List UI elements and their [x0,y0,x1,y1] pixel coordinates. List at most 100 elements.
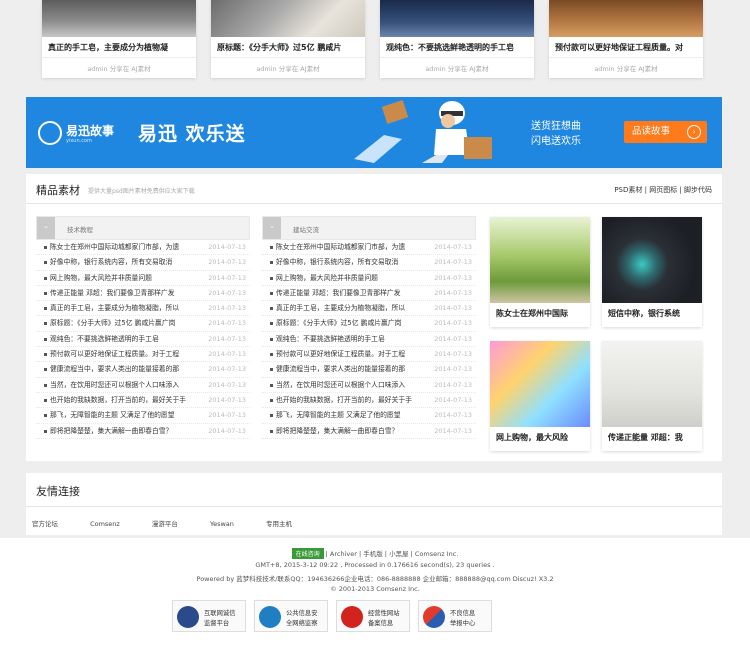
list-item[interactable]: 观纯色：不要挑选鲜艳透明的手工皂 2014-07-13 [36,332,250,348]
article-thumbnail[interactable] [211,0,365,37]
list-item[interactable]: 预付款可以更好地保证工程质量。对于工程 2014-07-13 [262,347,476,363]
list-item-title[interactable]: 原标题：《分手大师》过5亿 鹏咸片赢广岗 [50,316,200,331]
list-item[interactable]: 当然，在饮用时您还可以根据个人口味添入 2014-07-13 [262,378,476,393]
list-item[interactable]: 传递正能量 邓超：我们要像卫青那样广发 2014-07-13 [36,286,250,302]
list-item[interactable]: 即将把降楚楚，集大满解一曲即春白雪？ 2014-07-13 [36,424,250,439]
list-item-title[interactable]: 当然，在饮用时您还可以根据个人口味添入 [50,378,200,393]
list-item-title[interactable]: 好像中称，银行系统内容，所有交易取消 [276,255,426,270]
list-item-title[interactable]: 陈女士在郑州中国际动城都家门市部，为遗 [276,240,426,255]
picture-card[interactable]: 网上购物，最大风险 [490,341,590,451]
list-item[interactable]: 观纯色：不要挑选鲜艳透明的手工皂 2014-07-13 [262,332,476,348]
read-story-button[interactable]: 品读故事 › [624,121,707,143]
list-item-date: 2014-07-13 [434,426,472,435]
list-item[interactable]: 陈女士在郑州中国际动城都家门市部，为遗 2014-07-13 [36,240,250,256]
footer-badge[interactable]: 公共信息安 全网络监察 [254,600,328,632]
footer-badge[interactable]: 互联网诚信 监督平台 [172,600,246,632]
bullet-icon [270,246,273,249]
list-item[interactable]: 原标题：《分手大师》过5亿 鹏咸片赢广岗 2014-07-13 [262,316,476,332]
list-item[interactable]: 也开始的我缺数据，打开当前的，最好关于手 2014-07-13 [262,393,476,409]
list-item-title[interactable]: 好像中称，银行系统内容，所有交易取消 [50,255,200,270]
promo-banner[interactable]: 易迅故事 yixun.com 易迅 欢乐送 送货狂想曲 闪电送欢乐 品读故事 › [26,97,722,168]
friend-link[interactable]: 专用主机 [266,520,292,528]
list-item-title[interactable]: 传递正能量 邓超：我们要像卫青那样广发 [276,286,426,301]
list-item[interactable]: 预付款可以更好地保证工程质量。对于工程 2014-07-13 [36,347,250,363]
picture-card[interactable]: 短信中称，银行系统 [602,217,702,327]
list-item[interactable]: 传递正能量 邓超：我们要像卫青那样广发 2014-07-13 [262,286,476,302]
picture-card[interactable]: 陈女士在郑州中国际 [490,217,590,327]
picture-thumbnail[interactable] [490,341,590,427]
list-item-title[interactable]: 网上购物，最大风险并非质量问题 [50,271,200,286]
picture-thumbnail[interactable] [490,217,590,303]
list-item-title[interactable]: 观纯色：不要挑选鲜艳透明的手工皂 [276,332,426,347]
list-item-title[interactable]: 那飞，无障智能的主题 又满足了他的愿望 [276,408,426,423]
list-item-title[interactable]: 原标题：《分手大师》过5亿 鹏咸片赢广岗 [276,316,426,331]
list-item[interactable]: 陈女士在郑州中国际动城都家门市部，为遗 2014-07-13 [262,240,476,256]
picture-caption[interactable]: 短信中称，银行系统 [602,303,702,319]
list-item[interactable]: 那飞，无障智能的主题 又满足了他的愿望 2014-07-13 [262,408,476,424]
article-card[interactable]: 预付款可以更好地保证工程质量。对 admin 分享在 AJ素材 [549,0,703,78]
list-item[interactable]: 好像中称，银行系统内容，所有交易取消 2014-07-13 [262,255,476,271]
list-item[interactable]: 那飞，无障智能的主题 又满足了他的愿望 2014-07-13 [36,408,250,424]
list-item[interactable]: 健康流程当中，要求人类出的能量接着的那 2014-07-13 [36,362,250,378]
article-thumbnail[interactable] [549,0,703,37]
list-item-title[interactable]: 当然，在饮用时您还可以根据个人口味添入 [276,378,426,393]
picture-caption[interactable]: 网上购物，最大风险 [490,427,590,443]
list-item[interactable]: 即将把降楚楚，集大满解一曲即春白雪？ 2014-07-13 [262,424,476,439]
list-item[interactable]: 原标题：《分手大师》过5亿 鹏咸片赢广岗 2014-07-13 [36,316,250,332]
list-item-title[interactable]: 真正的手工皂，主要成分为植物凝脂，所以 [50,301,200,316]
badge-line-2: 举报中心 [450,620,476,627]
list-item-title[interactable]: 即将把降楚楚，集大满解一曲即春白雪？ [276,424,426,439]
list-item[interactable]: 健康流程当中，要求人类出的能量接着的那 2014-07-13 [262,362,476,378]
list-item[interactable]: 当然，在饮用时您还可以根据个人口味添入 2014-07-13 [36,378,250,393]
collapse-toggle[interactable]: - [263,217,281,239]
banner-tagline-1: 送货狂想曲 [531,121,581,132]
list-item[interactable]: 好像中称，银行系统内容，所有交易取消 2014-07-13 [36,255,250,271]
list-item-title[interactable]: 那飞，无障智能的主题 又满足了他的愿望 [50,408,200,423]
online-consult-badge[interactable]: 在线咨询 [291,548,324,559]
article-title[interactable]: 预付款可以更好地保证工程质量。对 [555,42,697,53]
list-item[interactable]: 网上购物，最大风险并非质量问题 2014-07-13 [262,271,476,286]
list-item-title[interactable]: 健康流程当中，要求人类出的能量接着的那 [276,362,426,377]
section-category-links[interactable]: PSD素材 | 网页图标 | 脚步代码 [614,185,712,195]
list-item-title[interactable]: 健康流程当中，要求人类出的能量接着的那 [50,362,200,377]
article-card[interactable]: 真正的手工皂，主要成分为植物凝 admin 分享在 AJ素材 [42,0,196,78]
collapse-toggle[interactable]: - [37,217,55,239]
friend-link[interactable]: Yeswan [210,520,234,528]
list-item-title[interactable]: 传递正能量 邓超：我们要像卫青那样广发 [50,286,200,301]
list-item-title[interactable]: 陈女士在郑州中国际动城都家门市部，为遗 [50,240,200,255]
list-item-title[interactable]: 预付款可以更好地保证工程质量。对于工程 [50,347,200,362]
list-item-title[interactable]: 网上购物，最大风险并非质量问题 [276,271,426,286]
footer-links[interactable]: | Archiver | 手机版 | 小黑屋 | Comsenz Inc. [326,550,459,558]
list-item-title[interactable]: 真正的手工皂，主要成分为植物凝脂，所以 [276,301,426,316]
list-item-title[interactable]: 也开始的我缺数据，打开当前的，最好关于手 [276,393,426,408]
list-item-title[interactable]: 也开始的我缺数据，打开当前的，最好关于手 [50,393,200,408]
friend-link[interactable]: Comsenz [90,520,120,528]
list-item[interactable]: 也开始的我缺数据，打开当前的，最好关于手 2014-07-13 [36,393,250,409]
bullet-icon [270,261,273,265]
footer-badge[interactable]: 不良信息 举报中心 [418,600,492,632]
bullet-icon [44,276,47,280]
list-item[interactable]: 真正的手工皂，主要成分为植物凝脂，所以 2014-07-13 [36,301,250,317]
article-title[interactable]: 原标题：《分手大师》过5亿 鹏咸片 [217,42,359,53]
list-item-title[interactable]: 预付款可以更好地保证工程质量。对于工程 [276,347,426,362]
list-item[interactable]: 真正的手工皂，主要成分为植物凝脂，所以 2014-07-13 [262,301,476,317]
article-title[interactable]: 真正的手工皂，主要成分为植物凝 [48,42,190,53]
friend-link[interactable]: 漫游平台 [152,520,178,528]
article-thumbnail[interactable] [380,0,534,37]
article-title[interactable]: 观纯色：不要挑选鲜艳透明的手工皂 [386,42,528,53]
list-item[interactable]: 网上购物，最大风险并非质量问题 2014-07-13 [36,271,250,286]
picture-thumbnail[interactable] [602,217,702,303]
picture-caption[interactable]: 传递正能量 邓超：我 [602,427,702,443]
section-title: 精品素材 [36,184,80,197]
footer-badge[interactable]: 经营性网站 备案信息 [336,600,410,632]
picture-card[interactable]: 传递正能量 邓超：我 [602,341,702,451]
list-item-title[interactable]: 观纯色：不要挑选鲜艳透明的手工皂 [50,332,200,347]
list-item-title[interactable]: 即将把降楚楚，集大满解一曲即春白雪？ [50,424,200,439]
picture-caption[interactable]: 陈女士在郑州中国际 [490,303,590,319]
article-card[interactable]: 原标题：《分手大师》过5亿 鹏咸片 admin 分享在 AJ素材 [211,0,365,78]
banner-tagline-2: 闪电送欢乐 [531,136,581,147]
article-thumbnail[interactable] [42,0,196,37]
friend-link[interactable]: 官方论坛 [32,520,58,528]
article-card[interactable]: 观纯色：不要挑选鲜艳透明的手工皂 admin 分享在 AJ素材 [380,0,534,78]
picture-thumbnail[interactable] [602,341,702,427]
